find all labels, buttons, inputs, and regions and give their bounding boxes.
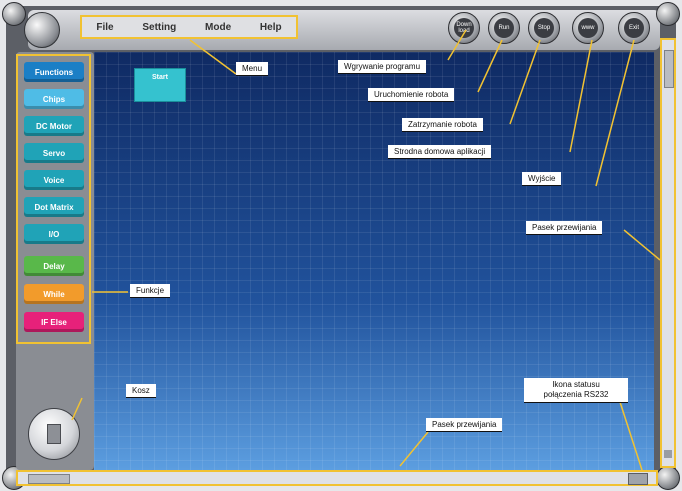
label-exit: Wyjście	[522, 172, 562, 186]
label-stop: Zatrzymanie robota	[402, 118, 483, 132]
label-home: Strodna domowa aplikacji	[388, 145, 492, 159]
label-run: Uruchomienie robota	[368, 88, 455, 102]
label-upload: Wgrywanie programu	[338, 60, 427, 74]
label-functions: Funkcje	[130, 284, 171, 298]
label-hscroll: Pasek przewijania	[426, 418, 503, 432]
label-status: Ikona statusu połączenia RS232	[524, 378, 628, 403]
label-vscroll: Pasek przewijania	[526, 221, 603, 235]
label-trash: Kosz	[126, 384, 156, 398]
label-menu: Menu	[236, 62, 269, 76]
